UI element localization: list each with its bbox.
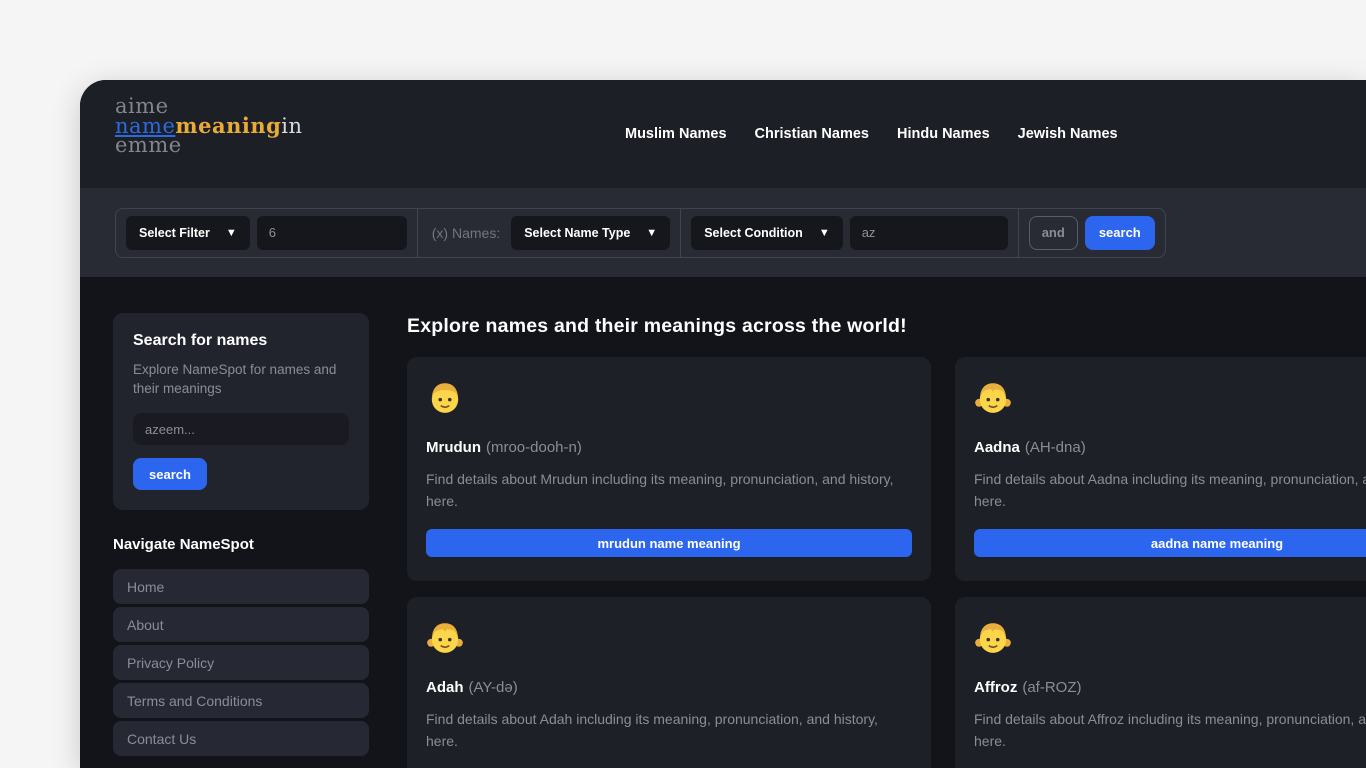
sidebar-item-contact-us[interactable]: Contact Us [113,721,369,756]
chevron-down-icon: ▼ [819,227,830,239]
site-logo[interactable]: aime namemeaningin emme [115,97,303,155]
name-card: Adah (AY-də) Find details about Adah incl… [407,597,931,768]
content: Explore names and their meanings across … [407,315,1366,768]
boy-emoji-icon [426,378,464,416]
card-description: Find details about Affroz including its … [974,709,1366,752]
filter-group: Select Filter ▼ (x) Names: Select Name T… [115,208,1166,258]
card-emoji [426,618,912,656]
chevron-down-icon: ▼ [226,227,237,239]
select-filter-label: Select Filter [139,226,210,240]
girl-emoji-icon [974,618,1012,656]
nav-christian-names[interactable]: Christian Names [755,126,869,142]
card-name: Mrudun [426,439,481,456]
select-condition-dropdown[interactable]: Select Condition ▼ [691,216,843,250]
filter-section-actions: and search [1018,209,1165,257]
search-card-subtitle: Explore NameSpot for names and their mea… [133,360,349,398]
girl-emoji-icon [426,618,464,656]
filter-strip: Select Filter ▼ (x) Names: Select Name T… [80,188,1366,277]
name-meaning-button[interactable]: aadna name meaning [974,529,1366,557]
select-name-type-dropdown[interactable]: Select Name Type ▼ [511,216,670,250]
card-pronunciation: (mroo-dooh-n) [486,439,582,456]
card-description: Find details about Mrudun including its … [426,469,896,512]
name-card: Affroz (af-ROZ) Find details about Affroz… [955,597,1366,768]
card-name-row: Mrudun (mroo-dooh-n) [426,439,912,456]
nav-jewish-names[interactable]: Jewish Names [1018,126,1118,142]
sidebar-item-privacy-policy[interactable]: Privacy Policy [113,645,369,680]
card-emoji [426,378,912,416]
card-emoji [974,378,1366,416]
card-pronunciation: (AY-də) [469,679,518,696]
card-description: Find details about Aadna including its m… [974,469,1366,512]
filter-section-basic: Select Filter ▼ [116,209,417,257]
name-meaning-button[interactable]: mrudun name meaning [426,529,912,557]
select-filter-dropdown[interactable]: Select Filter ▼ [126,216,250,250]
girl-emoji-icon [974,378,1012,416]
logo-in-text: in [281,114,302,138]
select-condition-label: Select Condition [704,226,803,240]
main-area: Search for names Explore NameSpot for na… [80,277,1366,768]
names-label: (x) Names: [428,225,504,241]
name-card: Aadna (AH-dna) Find details about Aadna i… [955,357,1366,581]
card-pronunciation: (af-ROZ) [1022,679,1081,696]
logo-meaning-text: meaning [175,113,281,138]
header: aime namemeaningin emme Muslim Names Chr… [80,80,1366,188]
card-name-row: Aadna (AH-dna) [974,439,1366,456]
card-name: Adah [426,679,464,696]
sidebar-item-home[interactable]: Home [113,569,369,604]
card-emoji [974,618,1366,656]
chevron-down-icon: ▼ [646,227,657,239]
search-card-title: Search for names [133,332,349,350]
sidebar-nav-title: Navigate NameSpot [113,536,369,553]
sidebar-item-terms-and-conditions[interactable]: Terms and Conditions [113,683,369,718]
card-pronunciation: (AH-dna) [1025,439,1086,456]
card-name: Aadna [974,439,1020,456]
card-description: Find details about Adah including its me… [426,709,896,752]
logo-line-3: emme [115,136,303,155]
name-cards-grid: Mrudun (mroo-dooh-n) Find details about M… [407,357,1366,768]
nav-hindu-names[interactable]: Hindu Names [897,126,990,142]
filter-section-condition: Select Condition ▼ [680,209,1018,257]
app-window: aime namemeaningin emme Muslim Names Chr… [80,80,1366,768]
card-name-row: Adah (AY-də) [426,679,912,696]
condition-value-input[interactable] [850,216,1008,250]
and-button[interactable]: and [1029,216,1078,250]
card-name-row: Affroz (af-ROZ) [974,679,1366,696]
card-name: Affroz [974,679,1017,696]
sidebar: Search for names Explore NameSpot for na… [113,313,369,759]
nav-muslim-names[interactable]: Muslim Names [625,126,727,142]
sidebar-search-button[interactable]: search [133,458,207,490]
name-card: Mrudun (mroo-dooh-n) Find details about M… [407,357,931,581]
primary-nav: Muslim Names Christian Names Hindu Names… [625,80,1118,188]
sidebar-search-input[interactable] [133,413,349,445]
sidebar-search-card: Search for names Explore NameSpot for na… [113,313,369,510]
filter-section-name-type: (x) Names: Select Name Type ▼ [417,209,680,257]
select-name-type-label: Select Name Type [524,226,630,240]
filter-search-button[interactable]: search [1085,216,1155,250]
page-title: Explore names and their meanings across … [407,315,1366,338]
sidebar-item-about[interactable]: About [113,607,369,642]
filter-value-input[interactable] [257,216,407,250]
